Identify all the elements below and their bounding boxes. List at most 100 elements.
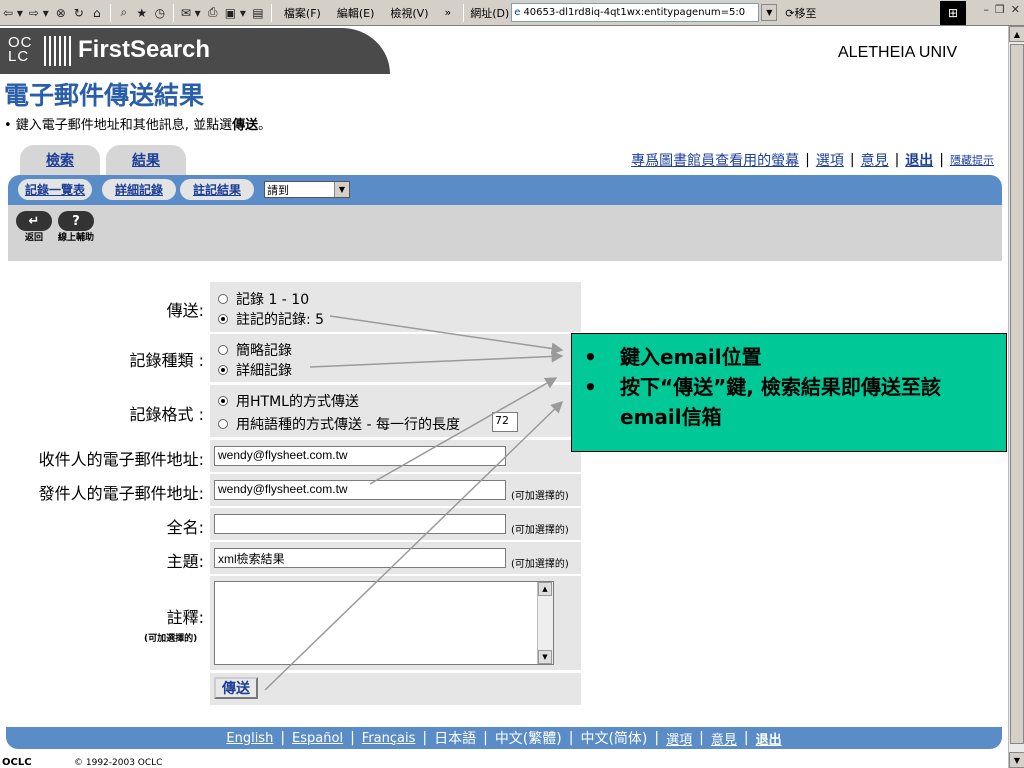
comments-textarea[interactable]: ▲ ▼ <box>214 581 554 665</box>
radio-checked-icon <box>218 365 228 375</box>
institution-name: ALETHEIA UNIV <box>838 44 958 61</box>
scroll-up-icon[interactable]: ▲ <box>538 582 552 596</box>
link-separator: | <box>654 730 660 746</box>
hide-tips-link[interactable]: 隱藏提示 <box>950 152 994 168</box>
format-plain[interactable]: 用純語種的方式傳送 - 每一行的長度 <box>218 414 460 434</box>
print-icon[interactable]: ⎙ <box>204 3 222 23</box>
footer-feedback-link[interactable]: 意見 <box>711 729 737 748</box>
line-length-input[interactable]: 72 <box>492 412 518 432</box>
goto-value: 請到 <box>267 183 289 197</box>
stop-icon[interactable]: ⊗ <box>52 3 70 23</box>
link-separator: | <box>805 152 810 168</box>
back-button[interactable]: ↵ 返回 <box>14 211 54 243</box>
favorites-icon[interactable]: ★ <box>133 3 151 23</box>
format-html[interactable]: 用HTML的方式傳送 <box>218 391 359 411</box>
marked-results-button[interactable]: 註記結果 <box>180 179 254 200</box>
subject-input[interactable]: xml檢索結果 <box>214 548 506 568</box>
discuss-icon[interactable]: ▤ <box>249 3 267 23</box>
menu-file[interactable]: 檔案(F) <box>276 5 329 21</box>
edit-icon[interactable]: ▣ ▾ <box>222 3 249 23</box>
lang-francais[interactable]: Français <box>362 731 416 746</box>
history-icon[interactable]: ◷ <box>151 3 169 23</box>
from-email-input[interactable]: wendy@flysheet.com.tw <box>214 480 506 500</box>
tab-search[interactable]: 檢索 <box>20 145 100 175</box>
link-separator: | <box>849 152 855 168</box>
callout-item: • 按下“傳送”鍵, 檢索結果即傳送至該email信箱 <box>584 372 994 432</box>
help-button[interactable]: ? 線上輔助 <box>56 211 96 243</box>
home-icon[interactable]: ⌂ <box>88 3 106 23</box>
footer-options-link[interactable]: 選項 <box>666 729 692 748</box>
restore-icon[interactable]: ❐ <box>995 3 1005 16</box>
link-separator: | <box>894 152 900 168</box>
close-icon[interactable]: ✕ <box>1011 3 1020 16</box>
from-label: 發件人的電子郵件地址: <box>38 484 204 503</box>
back-caption: 返回 <box>24 233 43 243</box>
instruction-prefix: • 鍵入電子郵件地址和其他訊息, 並點選 <box>4 118 233 133</box>
footer-language-bar: English | Español | Français | 日本語 | 中文(… <box>6 727 1002 749</box>
minimize-icon[interactable]: – <box>983 3 989 16</box>
search-icon[interactable]: ⌕ <box>115 3 133 23</box>
options-link[interactable]: 選項 <box>816 150 844 170</box>
name-optional: (可加選擇的) <box>511 525 569 536</box>
format-plain-label: 用純語種的方式傳送 - 每一行的長度 <box>236 417 460 433</box>
back-arrow-icon[interactable]: ⇦ ▾ <box>0 3 26 23</box>
menu-view[interactable]: 檢視(V) <box>382 5 436 21</box>
lang-english[interactable]: English <box>226 731 273 746</box>
record-list-button[interactable]: 記錄一覽表 <box>18 179 92 200</box>
send-option-range[interactable]: 記錄 1 - 10 <box>218 289 309 309</box>
forward-arrow-icon[interactable]: ⇨ ▾ <box>26 3 52 23</box>
page-title: 電子郵件傳送結果 <box>4 81 205 110</box>
scroll-thumb[interactable] <box>1010 44 1024 744</box>
page-scrollbar[interactable]: ▲ ▼ <box>1008 26 1024 768</box>
menu-edit[interactable]: 編輯(E) <box>329 5 383 21</box>
comments-optional: (可加選擇的) <box>144 634 198 644</box>
address-input[interactable]: e 40653-dl1rd8iq-4qt1wx:entitypagenum=5:… <box>511 3 760 22</box>
callout-item: • 鍵入email位置 <box>584 342 994 372</box>
lang-espanol[interactable]: Español <box>292 731 343 746</box>
lang-trad-chinese[interactable]: 中文(繁體) <box>495 728 562 748</box>
detailed-record-button[interactable]: 詳細記錄 <box>102 179 176 200</box>
scroll-up-icon[interactable]: ▲ <box>1009 26 1024 42</box>
send-button[interactable]: 傳送 <box>214 677 258 699</box>
exit-link[interactable]: 退出 <box>905 150 933 170</box>
radio-icon <box>218 419 228 429</box>
lang-japanese[interactable]: 日本語 <box>434 728 476 748</box>
results-subnav: 記錄一覽表 詳細記錄 註記結果 請到 ▼ <box>8 175 1002 205</box>
link-separator: | <box>699 730 704 746</box>
to-label: 收件人的電子郵件地址: <box>38 450 204 469</box>
send-option-range-label: 記錄 1 - 10 <box>236 292 310 308</box>
brand-bar: OC LC FirstSearch <box>0 28 390 74</box>
feedback-link[interactable]: 意見 <box>861 150 889 170</box>
footer-exit-link[interactable]: 退出 <box>756 729 782 748</box>
link-separator: | <box>939 152 944 168</box>
full-name-input[interactable] <box>214 514 506 534</box>
record-type-detailed[interactable]: 詳細記錄 <box>218 360 292 380</box>
menu-more[interactable]: » <box>436 6 459 19</box>
instruction-text: • 鍵入電子郵件地址和其他訊息, 並點選傳送。 <box>4 114 271 133</box>
tab-results[interactable]: 結果 <box>106 145 186 175</box>
callout-bullet: • <box>584 375 597 399</box>
instruction-suffix: 。 <box>258 118 272 133</box>
callout-line-1: 鍵入email位置 <box>620 345 762 369</box>
comments-scrollbar[interactable]: ▲ ▼ <box>537 582 553 664</box>
goto-select[interactable]: 請到 ▼ <box>264 181 350 198</box>
address-dropdown-icon[interactable]: ▼ <box>761 4 778 21</box>
top-links: 專爲圖書館員查看用的螢幕 | 選項 | 意見 | 退出 | 隱藏提示 <box>631 150 994 170</box>
librarian-view-link[interactable]: 專爲圖書館員查看用的螢幕 <box>631 150 799 170</box>
to-email-input[interactable]: wendy@flysheet.com.tw <box>214 446 506 466</box>
toolbar-separator <box>172 3 174 22</box>
radio-icon <box>218 294 228 304</box>
send-label: 傳送: <box>166 301 204 320</box>
mail-icon[interactable]: ✉ ▾ <box>178 3 204 23</box>
site-header: OC LC FirstSearch ALETHEIA UNIV <box>0 26 1008 76</box>
scroll-down-icon[interactable]: ▼ <box>538 650 552 664</box>
link-separator: | <box>350 730 355 746</box>
lang-simp-chinese[interactable]: 中文(简体) <box>580 728 647 748</box>
record-type-brief[interactable]: 簡略記錄 <box>218 340 292 360</box>
go-button[interactable]: ⟳移至 <box>777 5 824 21</box>
page-icon: e <box>514 7 521 18</box>
refresh-icon[interactable]: ↻ <box>70 3 88 23</box>
send-option-marked[interactable]: 註記的記錄: 5 <box>218 309 324 329</box>
toolbar-separator <box>270 3 272 22</box>
scroll-down-icon[interactable]: ▼ <box>1009 752 1024 768</box>
